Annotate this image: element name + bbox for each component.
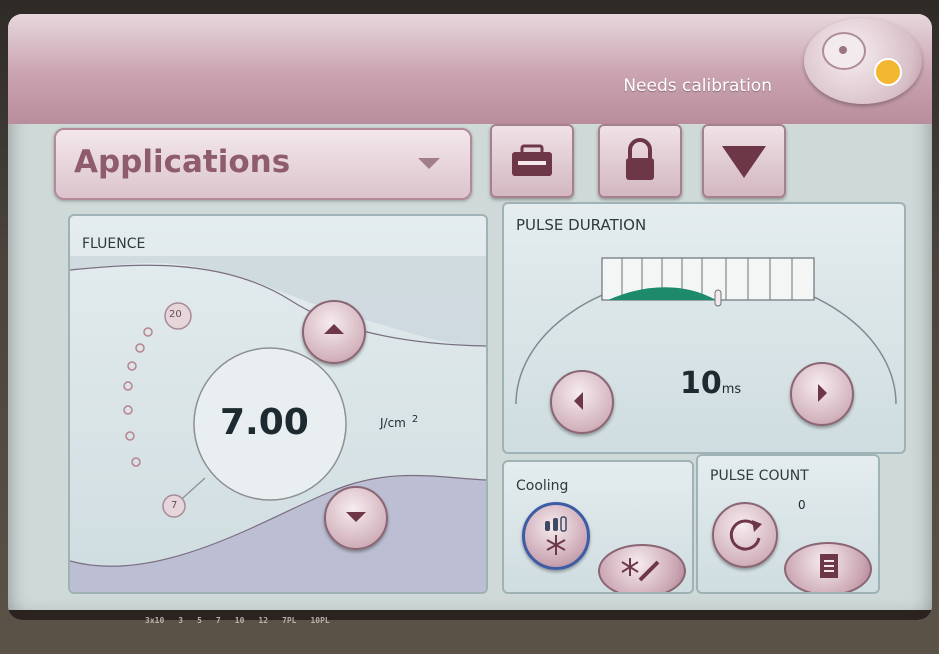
brand-logo: [804, 18, 922, 104]
logo-sun-icon: [874, 58, 902, 86]
pulse-duration-decrease-button[interactable]: [550, 370, 614, 434]
applications-dropdown[interactable]: Applications: [54, 128, 472, 200]
fluence-max-label: 20: [169, 309, 182, 320]
fluence-unit-exp: 2: [411, 414, 419, 425]
snowflake-wrench-icon: [621, 558, 660, 582]
arrow-down-icon: [346, 512, 366, 522]
arrow-right-icon: [818, 384, 827, 402]
fluence-title: FLUENCE: [82, 236, 146, 252]
arrow-left-icon: [574, 392, 583, 410]
tab-10[interactable]: 10: [235, 616, 245, 625]
tab-3[interactable]: 3: [178, 616, 183, 625]
top-bar: Needs calibration: [8, 14, 932, 124]
chevron-down-icon: [418, 158, 440, 169]
tab-7[interactable]: 7: [216, 616, 221, 625]
pulse-duration-unit: ms: [721, 382, 742, 397]
lock-icon: [626, 138, 654, 180]
pulse-count-report-button[interactable]: [784, 542, 872, 592]
cooling-toggle-button[interactable]: [522, 502, 590, 570]
menu-down-button[interactable]: [702, 124, 786, 198]
service-button[interactable]: [490, 124, 574, 198]
fluence-unit-base: J/cm: [380, 416, 406, 430]
touch-screen: Needs calibration Applications FLUENCE 2…: [8, 14, 932, 620]
pulse-count-reset-button[interactable]: [712, 502, 778, 568]
lock-button[interactable]: [598, 124, 682, 198]
pulse-duration-panel: PULSE DURATION 10ms: [502, 202, 906, 454]
down-triangle-icon: [722, 146, 766, 178]
tab-7pl[interactable]: 7PL: [282, 616, 296, 625]
service-case-icon: [512, 144, 552, 176]
fluence-value: 7.00: [220, 402, 309, 443]
fluence-up-button[interactable]: [302, 300, 366, 364]
tab-5[interactable]: 5: [197, 616, 202, 625]
pulse-duration-increase-button[interactable]: [790, 362, 854, 426]
cooling-panel: Cooling: [502, 460, 694, 594]
tab-12[interactable]: 12: [258, 616, 268, 625]
handpiece-tabs: 3x10 3 5 7 10 12 7PL 10PL: [145, 616, 330, 625]
tab-3x10[interactable]: 3x10: [145, 616, 164, 625]
pulse-duration-value: 10: [680, 366, 722, 401]
fluence-down-button[interactable]: [324, 486, 388, 550]
pulse-count-panel: PULSE COUNT 0: [696, 454, 880, 594]
cooling-title: Cooling: [516, 478, 569, 494]
arrow-up-icon: [324, 324, 344, 334]
pulse-duration-title: PULSE DURATION: [516, 216, 647, 234]
fluence-panel: FLUENCE 20 7 7.00 J/cm 2: [68, 214, 488, 594]
snowflake-icon: [545, 516, 567, 555]
fluence-unit: J/cm 2: [380, 414, 418, 430]
cooling-service-button[interactable]: [598, 544, 686, 592]
logo-eye-icon: [822, 32, 866, 70]
reset-arrow-icon: [729, 519, 762, 551]
pulse-duration-readout: 10ms: [680, 366, 741, 401]
applications-label: Applications: [74, 144, 291, 180]
pulse-count-value: 0: [798, 498, 806, 512]
fluence-min-label: 7: [171, 500, 178, 511]
pulse-count-title: PULSE COUNT: [710, 468, 809, 484]
calibration-status: Needs calibration: [623, 76, 772, 96]
document-icon: [820, 554, 838, 578]
tab-10pl[interactable]: 10PL: [310, 616, 329, 625]
